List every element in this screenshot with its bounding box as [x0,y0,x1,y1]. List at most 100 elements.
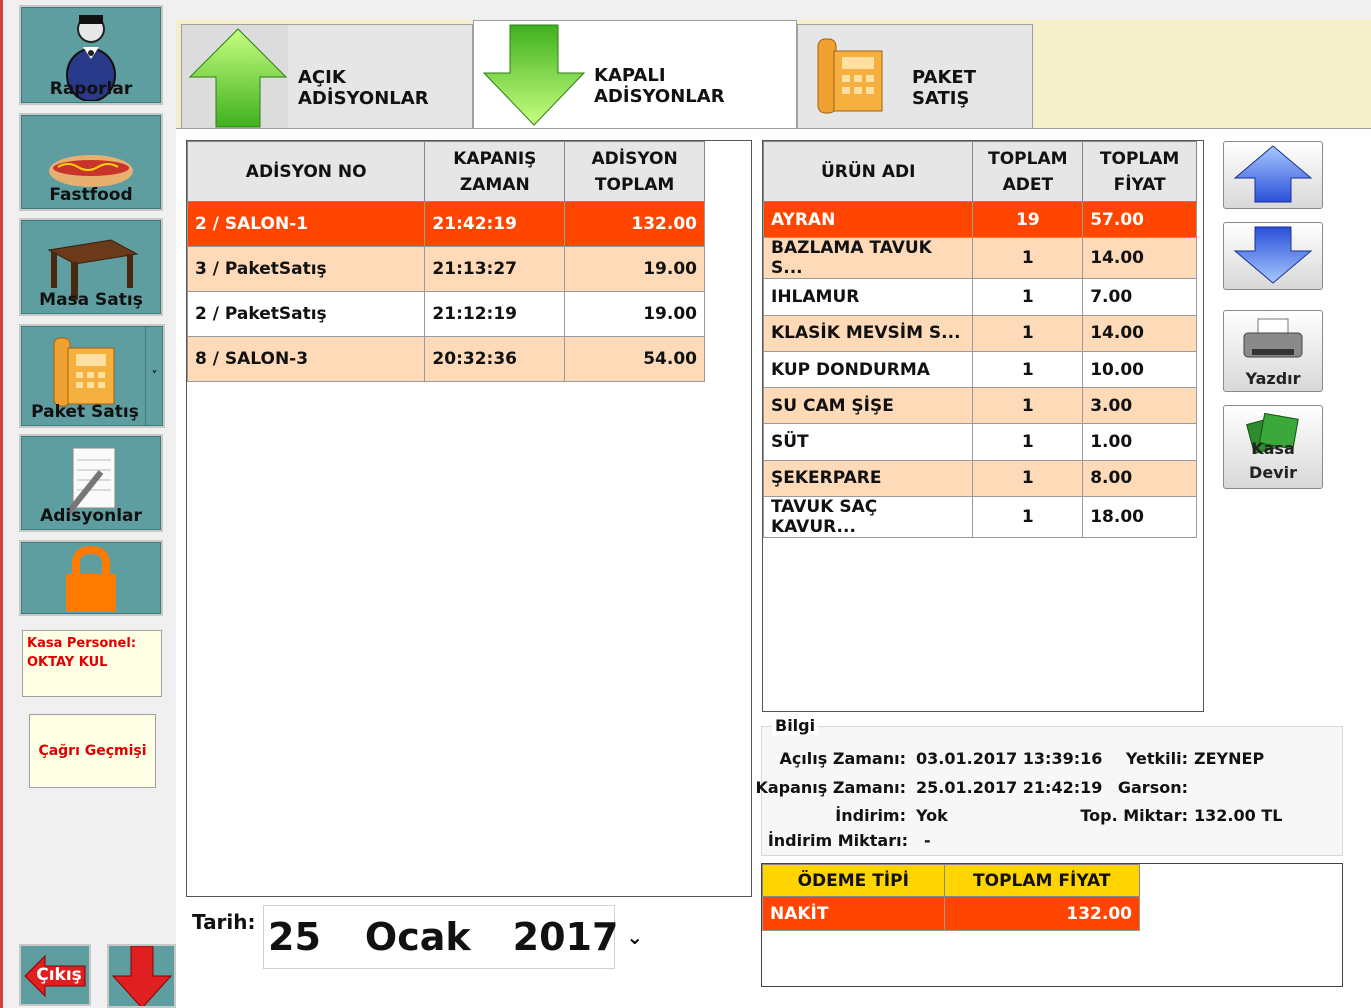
cell-no: 3 / PaketSatış [186,246,426,292]
indirim-value: Yok [916,806,948,825]
up-arrow-icon [188,28,288,128]
cell-toplam-fiyat: 10.00 [1082,350,1197,389]
tab-paket-satis[interactable]: PAKET SATIŞ [797,24,1033,132]
cell-urun-adi: SÜT [762,423,974,461]
table-row[interactable]: IHLAMUR 1 7.00 [762,278,1197,316]
table-row[interactable]: BAZLAMA TAVUK S... 1 14.00 [762,237,1197,280]
acilis-label: Açılış Zamanı: [779,749,906,768]
cell-urun-adi: ŞEKERPARE [762,459,974,498]
col-header-label: ADİSYON NO [245,161,367,182]
masa-satis-button[interactable]: Masa Satış [19,218,163,316]
table-row[interactable]: SU CAM ŞİŞE 1 3.00 [762,387,1197,425]
cell-toplam-fiyat: 18.00 [1082,496,1197,539]
cell-toplam-adet: 1 [972,496,1084,539]
raporlar-button[interactable]: Raporlar [19,5,163,105]
yazdir-label: Yazdır [1245,369,1301,388]
down-arrow-icon [482,24,586,126]
cell-toplam-fiyat: 57.00 [1082,200,1197,239]
top-miktar-value: 132.00 TL [1194,806,1283,825]
cell-urun-adi: BAZLAMA TAVUK S... [762,237,974,280]
phone-icon [53,337,115,407]
adisyonlar-button[interactable]: Adisyonlar [19,434,163,532]
tab-kapali-adisyonlar[interactable]: KAPALI ADİSYONLAR [473,20,797,132]
table-row[interactable]: NAKİT 132.00 [762,896,1140,931]
cell-toplam-fiyat: 3.00 [1082,387,1197,425]
col-adisyon-no[interactable]: ADİSYON NO [186,141,426,202]
table-row[interactable]: 8 / SALON-3 20:32:36 54.00 [186,336,705,382]
scroll-up-button[interactable] [1223,141,1323,209]
cagri-gecmisi-button[interactable]: Çağrı Geçmişi [29,714,156,788]
cell-odeme-fiyat: 132.00 [943,896,1140,931]
date-year[interactable]: 2017 [513,915,619,959]
kasa-personel-label: Kasa Personel: [27,636,137,651]
paket-satis-button[interactable]: Paket Satış ˅ [19,324,165,428]
table-row[interactable]: SÜT 1 1.00 [762,423,1197,461]
col-kapanis-zaman[interactable]: KAPANIŞ ZAMAN [424,141,566,202]
paket-satis-dropdown[interactable]: ˅ [145,326,163,426]
printer-icon [1243,318,1303,358]
cell-toplam-adet: 19 [972,200,1084,239]
kasa-personel-box: Kasa Personel: OKTAY KUL [22,630,162,697]
cell-toplam-fiyat: 14.00 [1082,314,1197,352]
date-dropdown-icon[interactable]: ⌄ [626,925,643,949]
fastfood-button[interactable]: Fastfood [19,113,163,211]
col-toplam-fiyat[interactable]: TOPLAM FİYAT [943,864,1140,897]
cell-total: 19.00 [564,246,705,292]
col-header-label: FİYAT [1113,174,1166,195]
yazdir-button[interactable]: Yazdır [1223,310,1323,392]
cell-time: 21:42:19 [424,201,566,247]
tab-acik-adisyonlar[interactable]: AÇIK ADİSYONLAR [181,24,473,132]
table-row[interactable]: KLASİK MEVSİM S... 1 14.00 [762,314,1197,352]
odeme-table: ÖDEME TİPİ TOPLAM FİYAT NAKİT 132.00 [762,864,1140,931]
lock-icon [66,546,116,612]
phone-icon [817,38,883,114]
table-row[interactable]: KUP DONDURMA 1 10.00 [762,350,1197,389]
cell-total: 132.00 [564,201,705,247]
table-row[interactable]: ŞEKERPARE 1 8.00 [762,459,1197,498]
col-odeme-tipi[interactable]: ÖDEME TİPİ [762,864,945,897]
yetkili-value: ZEYNEP [1194,749,1265,768]
col-header-label: TOPLAM [594,174,675,195]
masa-satis-label: Masa Satış [39,290,143,310]
date-day[interactable]: 25 [268,915,321,959]
table-row[interactable]: 3 / PaketSatış 21:13:27 19.00 [186,246,705,292]
col-header-label: TOPLAM [1099,148,1180,169]
cell-no: 2 / PaketSatış [186,291,426,337]
table-row[interactable]: 2 / PaketSatış 21:12:19 19.00 [186,291,705,337]
cell-toplam-adet: 1 [972,237,1084,280]
cell-toplam-adet: 1 [972,350,1084,389]
date-picker[interactable]: 25 Ocak 2017 ⌄ [263,905,643,969]
table-row[interactable]: 2 / SALON-1 21:42:19 132.00 [186,201,705,247]
cell-odeme-tipi: NAKİT [762,896,945,931]
col-toplam-fiyat[interactable]: TOPLAM FİYAT [1082,141,1197,202]
top-miktar-label: Top. Miktar: [1080,806,1188,825]
app-window: Raporlar Fastfood Masa Satış Paket Satış… [0,0,1371,1008]
kasa-devir-button[interactable]: Kasa Devir [1223,405,1323,489]
up-arrow-icon [1233,144,1313,202]
hotdog-icon [49,155,133,187]
cell-urun-adi: AYRAN [762,200,974,239]
bilgi-legend: Bilgi [772,716,819,735]
cell-urun-adi: KUP DONDURMA [762,350,974,389]
col-urun-adi[interactable]: ÜRÜN ADI [762,141,974,202]
cikis-button[interactable]: Çıkış [19,944,91,1006]
kasa-personel-name: OKTAY KUL [27,655,108,670]
date-month[interactable]: Ocak [365,915,471,959]
cell-time: 20:32:36 [424,336,566,382]
garson-label: Garson: [1117,778,1188,797]
col-adisyon-toplam[interactable]: ADİSYON TOPLAM [564,141,705,202]
col-header-label: ADET [1002,174,1054,195]
table-row[interactable]: TAVUK SAÇ KAVUR... 1 18.00 [762,496,1197,539]
odeme-grid[interactable]: ÖDEME TİPİ TOPLAM FİYAT NAKİT 132.00 [761,863,1343,987]
kapanis-value: 25.01.2017 21:42:19 [916,778,1103,797]
cell-toplam-fiyat: 1.00 [1082,423,1197,461]
scroll-down-button[interactable] [1223,222,1323,290]
col-toplam-adet[interactable]: TOPLAM ADET [972,141,1084,202]
table-row[interactable]: AYRAN 19 57.00 [762,200,1197,239]
adisyon-grid[interactable]: ADİSYON NO KAPANIŞ ZAMAN ADİSYON TOPLAM 2 … [186,140,752,897]
urun-grid[interactable]: ÜRÜN ADI TOPLAM ADET TOPLAM FİYAT AYRAN 19 5… [762,140,1204,712]
scroll-down-button[interactable] [107,944,176,1008]
indirim-label: İndirim: [835,806,906,825]
col-header-label: KAPANIŞ [453,148,537,169]
lock-button[interactable] [19,540,163,616]
